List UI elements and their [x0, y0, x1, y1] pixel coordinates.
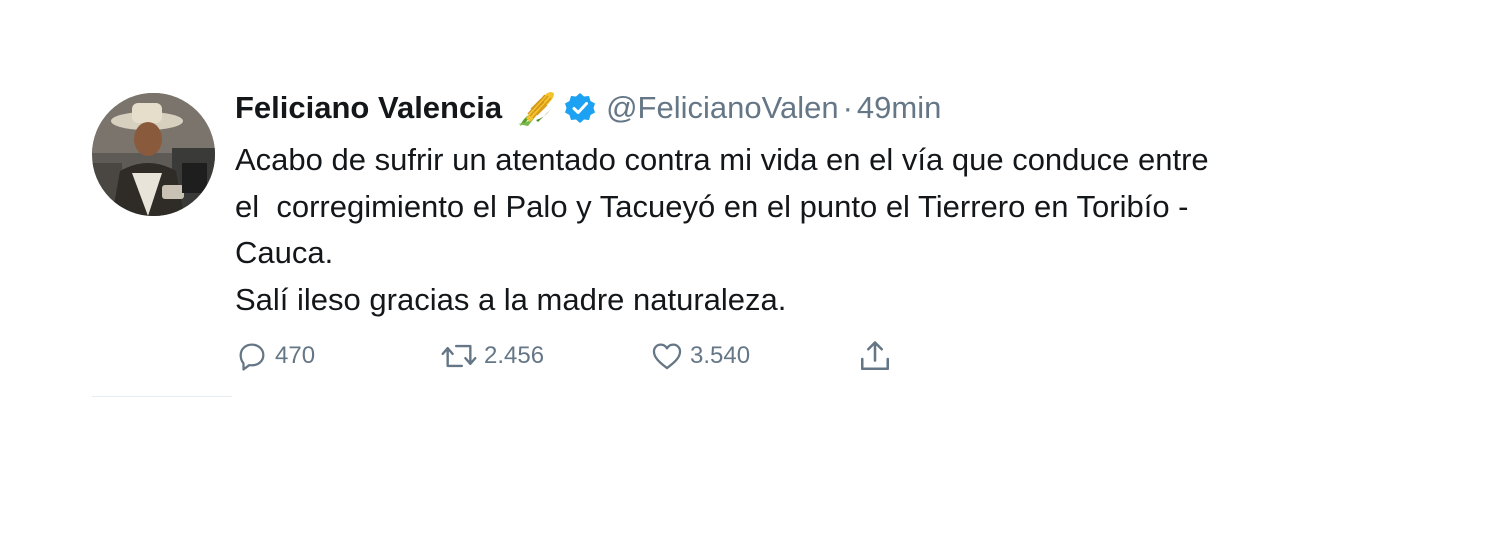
tweet-text: Acabo de sufrir un atentado contra mi vi…: [235, 137, 1325, 323]
reply-count: 470: [275, 342, 316, 369]
tweet-text-line: Salí ileso gracias a la madre naturaleza…: [235, 281, 787, 317]
tweet-timestamp[interactable]: 49min: [857, 90, 941, 126]
tweet[interactable]: Feliciano Valencia @FelicianoValen · 49m…: [0, 0, 1488, 542]
retweet-button[interactable]: 2.456: [440, 336, 544, 376]
share-button[interactable]: [857, 336, 893, 376]
retweet-count: 2.456: [484, 342, 545, 369]
share-icon: [860, 341, 890, 371]
like-count: 3.540: [690, 342, 751, 369]
separator-dot: ·: [842, 90, 853, 125]
tweet-text-line: el corregimiento el Palo y Tacueyó en el…: [235, 188, 1189, 224]
avatar[interactable]: [92, 93, 215, 216]
tweet-actions: 470 2.456 3.540: [235, 336, 915, 376]
like-button[interactable]: 3.540: [650, 336, 750, 376]
tweet-text-line: Cauca.: [235, 235, 334, 270]
tweet-header: Feliciano Valencia @FelicianoValen · 49m…: [235, 86, 941, 130]
tweet-text-line: Acabo de sufrir un atentado contra mi vi…: [235, 142, 1209, 177]
author-handle[interactable]: @FelicianoValen: [606, 90, 839, 126]
avatar-photo: [92, 93, 215, 216]
retweet-icon: [441, 344, 477, 368]
reply-icon: [239, 343, 265, 371]
author-name[interactable]: Feliciano Valencia: [235, 90, 502, 126]
reply-button[interactable]: 470: [235, 336, 315, 376]
heart-icon: [652, 343, 682, 370]
corn-emoji-icon: [514, 86, 558, 130]
divider: [92, 396, 232, 397]
verified-badge-icon: [564, 92, 596, 124]
